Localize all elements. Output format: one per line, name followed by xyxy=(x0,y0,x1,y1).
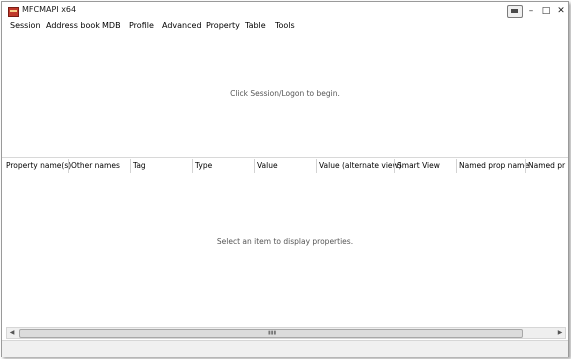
column-divider[interactable] xyxy=(394,159,395,173)
column-other-names[interactable]: Other names xyxy=(71,161,120,170)
menu-tools[interactable]: Tools xyxy=(275,21,295,30)
column-divider[interactable] xyxy=(254,159,255,173)
scroll-left-icon[interactable]: ◀ xyxy=(7,328,17,338)
top-pane-message: Click Session/Logon to begin. xyxy=(230,89,340,98)
hierarchy-pane[interactable]: Click Session/Logon to begin. xyxy=(2,33,568,157)
app-window: MFCMAPI x64 – □ ✕ Session Address book M… xyxy=(1,1,569,357)
menu-property[interactable]: Property xyxy=(206,21,240,30)
column-divider[interactable] xyxy=(192,159,193,173)
menu-table[interactable]: Table xyxy=(245,21,266,30)
column-tag[interactable]: Tag xyxy=(133,161,146,170)
bottom-pane-message: Select an item to display properties. xyxy=(216,237,354,246)
scrollbar-thumb[interactable]: ▮▮▮ xyxy=(19,329,523,338)
column-divider[interactable] xyxy=(68,159,69,173)
minimize-icon[interactable]: – xyxy=(524,5,538,17)
column-divider[interactable] xyxy=(130,159,131,173)
window-extra-button[interactable] xyxy=(507,5,523,18)
menu-mdb[interactable]: MDB xyxy=(102,21,121,30)
column-value[interactable]: Value xyxy=(257,161,278,170)
menu-address-book[interactable]: Address book xyxy=(46,21,100,30)
column-type[interactable]: Type xyxy=(195,161,212,170)
column-named-prop-truncated[interactable]: Named pr xyxy=(528,161,565,170)
column-divider[interactable] xyxy=(525,159,526,173)
window-title: MFCMAPI x64 xyxy=(22,5,77,14)
status-bar xyxy=(2,340,568,357)
column-divider[interactable] xyxy=(316,159,317,173)
horizontal-scrollbar[interactable]: ◀ ▮▮▮ ▶ xyxy=(6,327,566,339)
column-named-prop-name[interactable]: Named prop name xyxy=(459,161,529,170)
close-icon[interactable]: ✕ xyxy=(554,5,568,17)
menu-advanced[interactable]: Advanced xyxy=(162,21,202,30)
property-list-pane[interactable]: Select an item to display properties. xyxy=(2,174,568,326)
maximize-icon[interactable]: □ xyxy=(539,5,553,17)
column-divider[interactable] xyxy=(456,159,457,173)
grip-icon: ▮▮▮ xyxy=(268,330,277,336)
column-property-names[interactable]: Property name(s) xyxy=(6,161,71,170)
property-list-header: Property name(s) Other names Tag Type Va… xyxy=(2,157,568,175)
mfcmapi-app-icon[interactable] xyxy=(8,7,19,17)
menu-session[interactable]: Session xyxy=(10,21,41,30)
menu-profile[interactable]: Profile xyxy=(129,21,154,30)
scroll-right-icon[interactable]: ▶ xyxy=(555,328,565,338)
menu-bar: Session Address book MDB Profile Advance… xyxy=(2,19,568,33)
column-value-alternate[interactable]: Value (alternate view) xyxy=(319,161,402,170)
column-smart-view[interactable]: Smart View xyxy=(397,161,440,170)
